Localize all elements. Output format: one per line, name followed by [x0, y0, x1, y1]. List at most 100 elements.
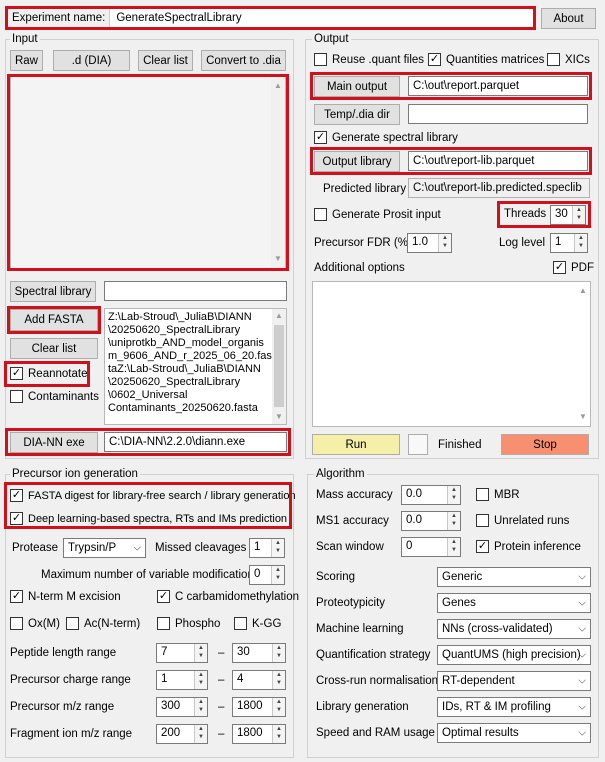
about-button[interactable]: About — [541, 8, 596, 29]
highlight-output-library — [310, 147, 592, 175]
machine-learning-select[interactable]: NNs (cross-validated) ⌵ — [437, 619, 591, 639]
ms1-accuracy-stepper[interactable]: 0.0 ▲ ▼ — [401, 511, 461, 531]
quantification-select[interactable]: QuantUMS (high precision) ⌵ — [437, 645, 591, 665]
spin-arrows-icon[interactable]: ▲ ▼ — [447, 486, 460, 504]
spin-arrows-icon[interactable]: ▲ ▼ — [272, 644, 285, 662]
reuse-quant-checkbox[interactable] — [314, 53, 327, 66]
mass-accuracy-stepper[interactable]: 0.0 ▲ ▼ — [401, 485, 461, 505]
run-button[interactable]: Run — [312, 434, 400, 455]
spin-arrows-icon[interactable]: ▲ ▼ — [447, 512, 460, 530]
unrelated-runs-label: Unrelated runs — [494, 515, 570, 527]
d-dia-button[interactable]: .d (DIA) — [53, 50, 130, 71]
peptide-length-label: Peptide length range — [10, 647, 117, 659]
peptide-length-max-stepper[interactable]: 30 ▲ ▼ — [232, 643, 286, 663]
fasta-line: m_9606_AND_r_2025_06_20.fas — [108, 350, 272, 362]
missed-cleavages-stepper[interactable]: 1 ▲ ▼ — [249, 538, 285, 558]
chevron-down-icon: ⌵ — [578, 675, 586, 687]
max-var-mods-stepper[interactable]: 0 ▲ ▼ — [249, 565, 285, 585]
carbamidomethylation-checkbox[interactable]: ✓ — [157, 590, 170, 603]
acn-checkbox[interactable] — [66, 617, 79, 630]
peptide-length-min-stepper[interactable]: 7 ▲ ▼ — [156, 643, 208, 663]
spin-arrows-icon[interactable]: ▲ ▼ — [194, 671, 207, 689]
proteotypicity-select[interactable]: Genes ⌵ — [437, 593, 591, 613]
charge-max: 4 — [237, 673, 244, 685]
fdr-label: Precursor FDR (%) — [314, 237, 412, 249]
nterm-excision-checkbox[interactable]: ✓ — [10, 590, 23, 603]
spectral-library-button[interactable]: Spectral library — [10, 281, 96, 302]
missed-cleavages-label: Missed cleavages — [155, 542, 247, 554]
protein-inference-checkbox[interactable]: ✓ — [476, 540, 489, 553]
spin-arrows-icon[interactable]: ▲ ▼ — [447, 538, 460, 556]
max-var-mods-value: 0 — [254, 568, 261, 580]
precursor-mz-min-stepper[interactable]: 300 ▲ ▼ — [156, 697, 208, 717]
spin-arrows-icon[interactable]: ▲ ▼ — [194, 644, 207, 662]
additional-scrollbar[interactable]: ▲ ▼ — [576, 282, 590, 426]
stop-button[interactable]: Stop — [501, 434, 589, 455]
xics-checkbox[interactable] — [547, 53, 560, 66]
scan-window-stepper[interactable]: 0 ▲ ▼ — [401, 537, 461, 557]
unrelated-runs-checkbox[interactable] — [476, 514, 489, 527]
scoring-select[interactable]: Generic ⌵ — [437, 567, 591, 587]
temp-dir-input[interactable] — [408, 104, 588, 124]
highlight-experiment — [5, 6, 536, 30]
spin-arrows-icon[interactable]: ▲ ▼ — [272, 698, 285, 716]
contaminants-checkbox[interactable] — [10, 390, 23, 403]
quant-matrices-checkbox[interactable]: ✓ — [428, 53, 441, 66]
phospho-checkbox[interactable] — [157, 617, 170, 630]
temp-dir-button[interactable]: Temp/.dia dir — [314, 104, 400, 125]
spin-arrows-icon[interactable]: ▲ ▼ — [194, 725, 207, 743]
charge-min-stepper[interactable]: 1 ▲ ▼ — [156, 670, 208, 690]
additional-options-label: Additional options — [314, 262, 405, 274]
charge-range-label: Precursor charge range — [10, 674, 131, 686]
spin-arrows-icon[interactable]: ▲ ▼ — [574, 234, 587, 252]
fasta-line: \20250620_SpectralLibrary — [108, 324, 241, 336]
fdr-stepper[interactable]: 1.0 ▲ ▼ — [407, 233, 452, 253]
xics-label: XICs — [565, 54, 590, 66]
additional-options-textarea[interactable] — [312, 281, 591, 427]
fragment-mz-min-stepper[interactable]: 200 ▲ ▼ — [156, 724, 208, 744]
peptide-length-min: 7 — [161, 646, 168, 658]
fragment-mz-max-stepper[interactable]: 1800 ▲ ▼ — [232, 724, 286, 744]
spin-arrows-icon[interactable]: ▲ ▼ — [272, 671, 285, 689]
proteotypicity-label: Proteotypicity — [316, 597, 386, 609]
clear-list-button[interactable]: Clear list — [138, 50, 193, 71]
spin-arrows-icon[interactable]: ▲ ▼ — [271, 539, 284, 557]
protease-label: Protease — [12, 542, 59, 554]
spin-arrows-icon[interactable]: ▲ ▼ — [272, 725, 285, 743]
acn-label: Ac(N-term) — [84, 618, 141, 630]
spin-arrows-icon[interactable]: ▲ ▼ — [194, 698, 207, 716]
speed-ram-select[interactable]: Optimal results ⌵ — [437, 723, 591, 743]
clear-fasta-button[interactable]: Clear list — [10, 338, 98, 359]
oxm-checkbox[interactable] — [10, 617, 23, 630]
scan-window-value: 0 — [406, 540, 413, 552]
log-level-stepper[interactable]: 1 ▲ ▼ — [550, 233, 588, 253]
range-dash: – — [218, 647, 225, 659]
convert-dia-button[interactable]: Convert to .dia — [201, 50, 286, 71]
spin-arrows-icon[interactable]: ▲ ▼ — [438, 234, 451, 252]
fasta-scrollbar[interactable]: ▲ ▼ — [272, 309, 286, 424]
spectral-library-input[interactable] — [104, 281, 287, 301]
fasta-list[interactable]: Z:\Lab-Stroud\_JuliaB\DIANN \20250620_Sp… — [104, 308, 287, 425]
pdf-checkbox[interactable]: ✓ — [553, 261, 566, 274]
protease-value: Trypsin/P — [68, 542, 117, 554]
chevron-down-icon: ⌵ — [578, 623, 586, 635]
spin-arrows-icon[interactable]: ▲ ▼ — [271, 566, 284, 584]
mbr-checkbox[interactable] — [476, 488, 489, 501]
range-dash: – — [218, 728, 225, 740]
charge-min: 1 — [161, 673, 168, 685]
input-title: Input — [10, 32, 40, 46]
prosit-checkbox[interactable] — [314, 208, 327, 221]
scroll-thumb[interactable] — [274, 325, 284, 407]
library-generation-select[interactable]: IDs, RT & IM profiling ⌵ — [437, 697, 591, 717]
range-dash: – — [218, 701, 225, 713]
charge-max-stepper[interactable]: 4 ▲ ▼ — [232, 670, 286, 690]
gen-lib-checkbox[interactable]: ✓ — [314, 131, 327, 144]
scroll-up-icon: ▲ — [275, 311, 283, 320]
gen-lib-label: Generate spectral library — [332, 132, 458, 144]
kgg-checkbox[interactable] — [234, 617, 247, 630]
precursor-mz-max-stepper[interactable]: 1800 ▲ ▼ — [232, 697, 286, 717]
raw-button[interactable]: Raw — [10, 50, 43, 71]
protease-select[interactable]: Trypsin/P ⌵ — [63, 538, 146, 558]
fdr-value: 1.0 — [412, 236, 428, 248]
normalisation-select[interactable]: RT-dependent ⌵ — [437, 671, 591, 691]
